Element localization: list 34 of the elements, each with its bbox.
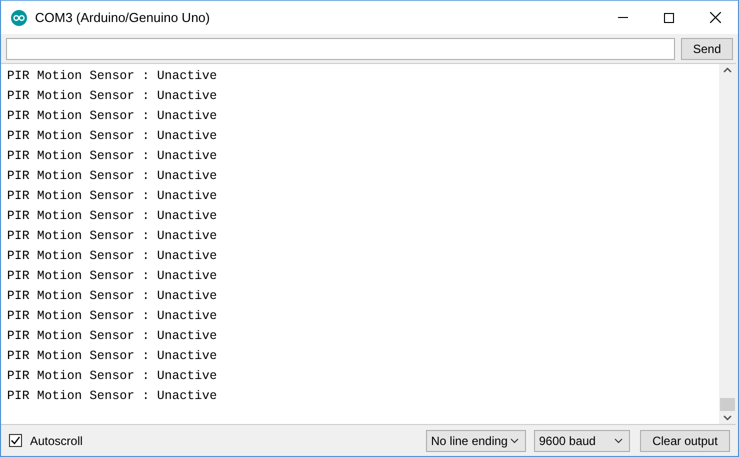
output-line: PIR Motion Sensor : Unactive [7,88,218,105]
output-line: PIR Motion Sensor : Unactive [7,248,218,265]
output-line: PIR Motion Sensor : Unactive [7,348,218,365]
autoscroll-label: Autoscroll [30,434,84,448]
output-line: PIR Motion Sensor : Unactive [7,288,218,305]
window-title: COM3 (Arduino/Genuino Uno) [35,10,211,25]
output-line: PIR Motion Sensor : Unactive [7,268,218,285]
scroll-down-icon[interactable] [723,415,732,421]
output-line: PIR Motion Sensor : Unactive [7,128,218,145]
chevron-down-icon [614,438,623,444]
autoscroll-checkbox[interactable] [9,434,22,447]
output-line: PIR Motion Sensor : Unactive [7,148,218,165]
output-line: PIR Motion Sensor : Unactive [7,228,218,245]
output-line: PIR Motion Sensor : Unactive [7,68,218,85]
output-line: PIR Motion Sensor : Unactive [7,208,218,225]
output-line: PIR Motion Sensor : Unactive [7,108,218,125]
output-line: PIR Motion Sensor : Unactive [7,388,218,405]
app-logo-icon [11,10,27,26]
message-input-field[interactable] [6,38,675,60]
chevron-down-icon [510,438,519,444]
send-button[interactable]: Send [681,38,733,60]
output-line: PIR Motion Sensor : Unactive [7,308,218,325]
output-line: PIR Motion Sensor : Unactive [7,188,218,205]
scroll-thumb[interactable] [720,398,735,411]
scroll-up-icon[interactable] [723,67,732,73]
maximize-icon[interactable] [664,12,674,22]
output-line: PIR Motion Sensor : Unactive [7,368,218,385]
line-ending-dropdown[interactable]: No line ending [426,430,526,452]
output-line: PIR Motion Sensor : Unactive [7,328,218,345]
scroll-bar[interactable] [719,64,736,424]
clear-output-button[interactable]: Clear output [640,430,730,452]
baud-rate-dropdown[interactable]: 9600 baud [534,430,630,452]
output-line: PIR Motion Sensor : Unactive [7,168,218,185]
close-icon[interactable] [710,12,720,23]
